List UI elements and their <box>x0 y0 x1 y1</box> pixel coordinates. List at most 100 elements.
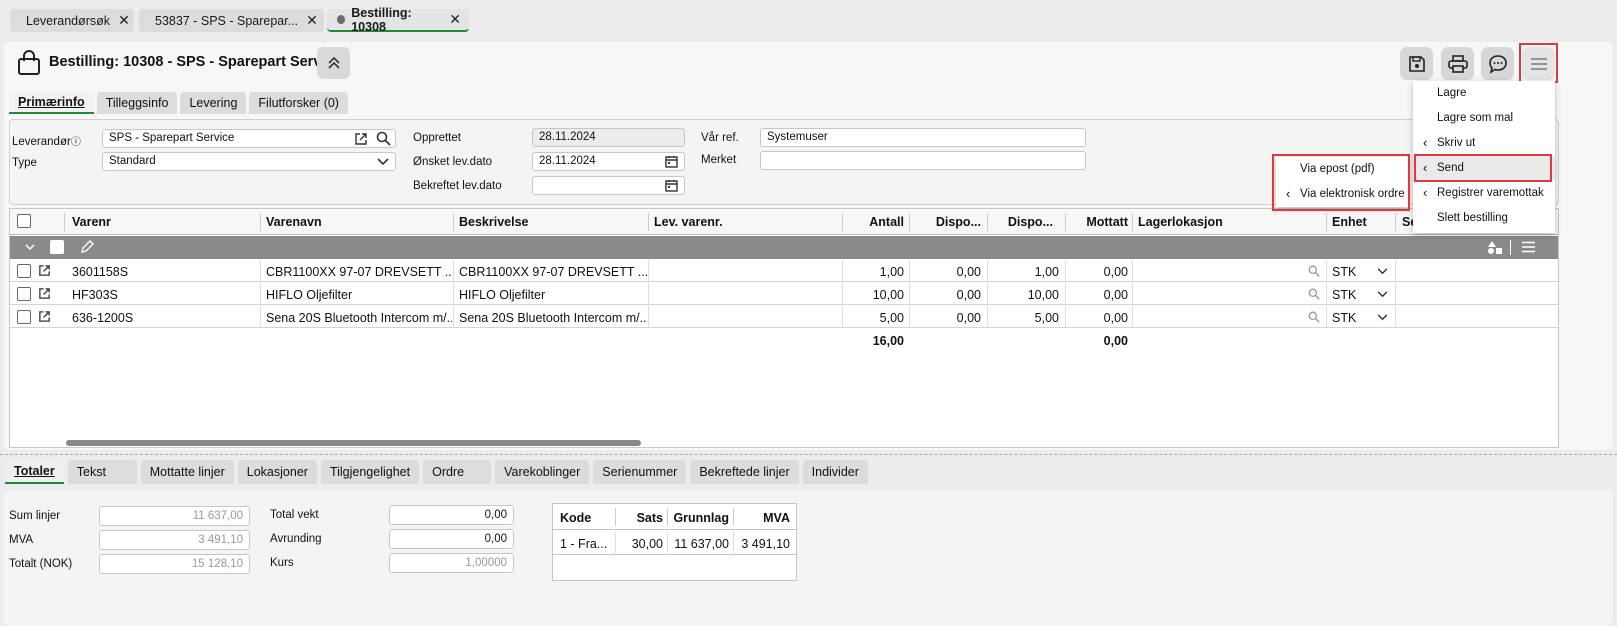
col-varenr[interactable]: Varenr <box>72 215 111 229</box>
total-vekt-field[interactable]: 0,00 <box>389 505 514 525</box>
horizontal-scrollbar[interactable] <box>66 440 641 446</box>
tab-serienummer[interactable]: Serienummer <box>593 460 687 484</box>
menu-item-lagre-som-mal[interactable]: Lagre som mal <box>1413 106 1555 131</box>
doc-tab-label: Leverandørsøk <box>26 13 111 28</box>
tab-lokasjoner[interactable]: Lokasjoner <box>237 460 317 484</box>
tab-tilleggsinfo[interactable]: Tilleggsinfo <box>96 92 178 114</box>
toolbar-divider <box>1510 240 1511 255</box>
tab-label: Individer <box>811 465 859 479</box>
tab-label: Lokasjoner <box>246 465 308 479</box>
tab-filutforsker[interactable]: Filutforsker (0) <box>249 92 348 114</box>
hamburger-icon[interactable] <box>1522 241 1535 253</box>
comment-button[interactable] <box>1481 47 1514 80</box>
menu-item-slett-bestilling[interactable]: Slett bestilling <box>1413 206 1555 231</box>
calendar-icon[interactable] <box>665 155 678 168</box>
table-row[interactable]: 636-1200S Sena 20S Bluetooth Intercom m/… <box>10 306 1558 328</box>
chevron-down-icon[interactable] <box>25 244 35 251</box>
menu-item-label: Slett bestilling <box>1437 212 1508 224</box>
cell-enhet[interactable]: STK <box>1332 265 1356 279</box>
col-lagerlokasjon[interactable]: Lagerlokasjon <box>1138 215 1223 229</box>
highlight-send-item <box>1414 154 1552 182</box>
pencil-icon[interactable] <box>79 239 95 255</box>
menu-item-registrer-varemottak[interactable]: ‹ Registrer varemottak <box>1413 181 1555 206</box>
cell-enhet[interactable]: STK <box>1332 288 1356 302</box>
tab-label: Tilleggsinfo <box>105 96 169 110</box>
group-checkbox[interactable] <box>50 240 64 254</box>
calendar-icon[interactable] <box>665 179 678 192</box>
bekreftet-date-field[interactable] <box>532 176 685 195</box>
doc-tab-bestilling[interactable]: Bestilling: 10308 ✕ <box>327 6 469 34</box>
chevron-down-icon[interactable] <box>1377 268 1388 275</box>
bekreftet-label: Bekreftet lev.dato <box>413 180 502 192</box>
doc-tab-leverandorsok[interactable]: Leverandørsøk ✕ <box>10 9 134 32</box>
search-icon[interactable] <box>376 131 391 146</box>
shapes-icon[interactable] <box>1487 240 1503 255</box>
external-link-icon[interactable] <box>38 287 51 300</box>
print-button[interactable] <box>1441 47 1474 80</box>
mva-col-grunnlag: Grunnlag <box>673 511 729 525</box>
table-row[interactable]: 3601158S CBR1100XX 97-07 DREVSETT ... CB… <box>10 260 1558 282</box>
sub-tab-bar: Primærinfo Tilleggsinfo Levering Filutfo… <box>9 92 348 114</box>
tab-tilgjengelighet[interactable]: Tilgjengelighet <box>320 460 420 484</box>
external-link-icon[interactable] <box>38 264 51 277</box>
table-row[interactable]: HF303S HIFLO Oljefilter HIFLO Oljefilter… <box>10 283 1558 305</box>
doc-tab-53837[interactable]: 53837 - SPS - Sparepar... ✕ <box>139 9 324 32</box>
column-divider <box>909 260 910 282</box>
column-divider <box>842 306 843 328</box>
tab-individer[interactable]: Individer <box>802 460 868 484</box>
cell-dispo-1: 0,00 <box>956 311 981 325</box>
bottom-tab-bar: Totaler Tekst Mottatte linjer Lokasjoner… <box>5 460 868 484</box>
tab-totaler[interactable]: Totaler <box>5 460 64 484</box>
save-button[interactable] <box>1400 47 1433 80</box>
tab-primaerinfo[interactable]: Primærinfo <box>9 92 94 114</box>
search-icon[interactable] <box>1308 265 1320 277</box>
collapse-header-button[interactable] <box>317 47 350 79</box>
avrunding-field[interactable]: 0,00 <box>389 529 514 549</box>
close-icon[interactable]: ✕ <box>306 12 318 29</box>
splitter[interactable] <box>0 454 1617 455</box>
external-link-icon[interactable] <box>38 310 51 323</box>
search-icon[interactable] <box>1308 288 1320 300</box>
search-icon[interactable] <box>1308 311 1320 323</box>
external-link-icon[interactable] <box>354 132 368 146</box>
column-divider <box>615 531 616 555</box>
row-checkbox[interactable] <box>17 310 31 324</box>
tab-bekreftede-linjer[interactable]: Bekreftede linjer <box>690 460 799 484</box>
menu-item-skriv-ut[interactable]: ‹ Skriv ut <box>1413 131 1555 156</box>
tab-varekoblinger[interactable]: Varekoblinger <box>495 460 590 484</box>
col-lev-varenr[interactable]: Lev. varenr. <box>654 215 723 229</box>
var-ref-field[interactable]: Systemuser <box>760 128 1086 147</box>
col-dispo-1[interactable]: Dispo... <box>913 215 981 229</box>
cell-varenavn: HIFLO Oljefilter <box>266 288 353 302</box>
col-antall[interactable]: Antall <box>846 215 904 229</box>
onsket-date-field[interactable]: 28.11.2024 <box>532 152 685 171</box>
col-mottatt[interactable]: Mottatt <box>1069 215 1128 229</box>
chevron-down-icon[interactable] <box>1377 314 1388 321</box>
menu-item-lagre[interactable]: Lagre <box>1413 81 1555 106</box>
col-varenavn[interactable]: Varenavn <box>266 215 322 229</box>
cell-beskrivelse: Sena 20S Bluetooth Intercom m/... <box>459 311 647 325</box>
tab-ordre[interactable]: Ordre <box>423 460 492 484</box>
chevron-down-icon[interactable] <box>1377 291 1388 298</box>
cell-dispo-2: 5,00 <box>1034 311 1059 325</box>
close-icon[interactable]: ✕ <box>118 12 130 29</box>
leverandor-field[interactable]: SPS - Sparepart Service <box>102 129 396 148</box>
column-divider <box>909 213 910 231</box>
tab-levering[interactable]: Levering <box>180 92 247 114</box>
merket-field[interactable] <box>760 151 1086 170</box>
cell-enhet[interactable]: STK <box>1332 311 1356 325</box>
tab-mottatte-linjer[interactable]: Mottatte linjer <box>140 460 234 484</box>
menu-item-label: Registrer varemottak <box>1437 187 1544 199</box>
status-dot-icon <box>337 15 346 24</box>
col-enhet[interactable]: Enhet <box>1332 215 1367 229</box>
tab-tekst[interactable]: Tekst <box>67 460 137 484</box>
type-select[interactable]: Standard <box>102 152 396 171</box>
cell-beskrivelse: HIFLO Oljefilter <box>459 288 546 302</box>
row-checkbox[interactable] <box>17 264 31 278</box>
row-checkbox[interactable] <box>17 287 31 301</box>
column-divider <box>1132 260 1133 282</box>
col-dispo-2[interactable]: Dispo... <box>991 215 1053 229</box>
select-all-checkbox[interactable] <box>17 214 31 228</box>
col-beskrivelse[interactable]: Beskrivelse <box>459 215 529 229</box>
close-icon[interactable]: ✕ <box>449 11 461 28</box>
